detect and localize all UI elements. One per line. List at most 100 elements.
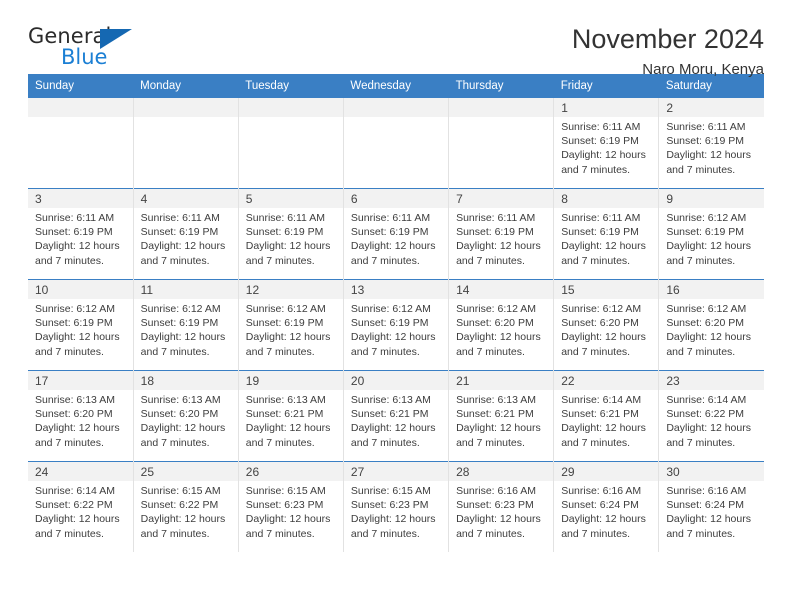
- sunset-time: Sunset: 6:22 PM: [35, 499, 113, 512]
- calendar-day-cell[interactable]: 2 Sunrise: 6:11 AM Sunset: 6:19 PM Daylight…: [658, 98, 764, 189]
- sunrise-time: Sunrise: 6:16 AM: [561, 485, 642, 497]
- day-number-bar: 1: [554, 98, 659, 117]
- day-number-bar: 3: [28, 189, 133, 208]
- calendar-day-cell[interactable]: 21 Sunrise: 6:13 AM Sunset: 6:21 PM Dayligh…: [448, 370, 555, 462]
- calendar-day-cell[interactable]: 10 Sunrise: 6:12 AM Sunset: 6:19 PM Dayligh…: [28, 279, 134, 371]
- calendar-day-cell[interactable]: 22 Sunrise: 6:14 AM Sunset: 6:21 PM Dayligh…: [553, 370, 660, 462]
- general-blue-logo[interactable]: General Blue: [28, 24, 148, 72]
- daylight-duration-line1: Daylight: 12 hours: [140, 331, 226, 344]
- daylight-duration-line2: and 7 minutes.: [456, 436, 525, 449]
- sunset-time: Sunset: 6:20 PM: [35, 408, 113, 421]
- day-number-bar: 20: [343, 371, 449, 390]
- sunset-time: Sunset: 6:21 PM: [561, 408, 639, 421]
- calendar-day-cell[interactable]: 7 Sunrise: 6:11 AM Sunset: 6:19 PM Daylight…: [448, 188, 555, 280]
- day-number: 23: [666, 374, 680, 388]
- day-number: 8: [561, 192, 568, 206]
- page-header: General Blue November 2024 Naro Moru, Ke…: [28, 0, 764, 78]
- daylight-duration-line2: and 7 minutes.: [140, 254, 210, 267]
- daylight-duration-line1: Daylight: 12 hours: [350, 513, 436, 526]
- calendar-day-cell[interactable]: 6 Sunrise: 6:11 AM Sunset: 6:19 PM Daylight…: [343, 188, 450, 280]
- calendar-day-cell[interactable]: 3 Sunrise: 6:11 AM Sunset: 6:19 PM Daylight…: [28, 188, 134, 280]
- daylight-duration-line1: Daylight: 12 hours: [561, 513, 646, 526]
- sunset-time: Sunset: 6:19 PM: [350, 317, 429, 330]
- daylight-duration-line2: and 7 minutes.: [456, 527, 525, 540]
- calendar-day-cell[interactable]: 11 Sunrise: 6:12 AM Sunset: 6:19 PM Dayligh…: [133, 279, 239, 371]
- day-number-bar: 5: [238, 189, 343, 208]
- calendar-day-cell[interactable]: 30 Sunrise: 6:16 AM Sunset: 6:24 PM Dayligh…: [658, 461, 764, 552]
- calendar-day-cell[interactable]: 26 Sunrise: 6:15 AM Sunset: 6:23 PM Dayligh…: [238, 461, 344, 552]
- day-number-bar: 27: [343, 462, 449, 481]
- calendar-day-cell[interactable]: 27 Sunrise: 6:15 AM Sunset: 6:23 PM Dayligh…: [343, 461, 450, 552]
- day-cell-details: Sunrise: 6:12 AM Sunset: 6:19 PM Daylight:…: [659, 208, 764, 268]
- day-number-bar: 4: [133, 189, 238, 208]
- calendar-day-cell[interactable]: 16 Sunrise: 6:12 AM Sunset: 6:20 PM Dayligh…: [658, 279, 764, 371]
- day-cell-content: [238, 98, 343, 188]
- day-cell-content: 20 Sunrise: 6:13 AM Sunset: 6:21 PM Dayligh…: [343, 371, 449, 461]
- sunrise-time: Sunrise: 6:11 AM: [140, 212, 220, 224]
- day-cell-details: Sunrise: 6:15 AM Sunset: 6:23 PM Daylight:…: [344, 481, 448, 541]
- calendar-day-cell[interactable]: [448, 98, 555, 189]
- daylight-duration-line2: and 7 minutes.: [350, 254, 420, 267]
- daylight-duration-line2: and 7 minutes.: [456, 345, 525, 358]
- day-cell-details: Sunrise: 6:12 AM Sunset: 6:19 PM Daylight:…: [344, 299, 448, 359]
- calendar-day-cell[interactable]: 5 Sunrise: 6:11 AM Sunset: 6:19 PM Daylight…: [238, 188, 344, 280]
- calendar-day-cell[interactable]: [28, 98, 134, 189]
- day-cell-content: 25 Sunrise: 6:15 AM Sunset: 6:22 PM Dayligh…: [133, 462, 238, 552]
- sunset-time: Sunset: 6:20 PM: [561, 317, 639, 330]
- daylight-duration-line2: and 7 minutes.: [350, 436, 420, 449]
- day-cell-details: Sunrise: 6:13 AM Sunset: 6:20 PM Daylight:…: [134, 390, 238, 450]
- sunrise-time: Sunrise: 6:14 AM: [35, 485, 115, 497]
- calendar-day-cell[interactable]: 19 Sunrise: 6:13 AM Sunset: 6:21 PM Dayligh…: [238, 370, 344, 462]
- daylight-duration-line1: Daylight: 12 hours: [456, 422, 541, 435]
- sunrise-time: Sunrise: 6:11 AM: [666, 121, 746, 133]
- daylight-duration-line2: and 7 minutes.: [245, 254, 315, 267]
- day-cell-content: 14 Sunrise: 6:12 AM Sunset: 6:20 PM Dayligh…: [449, 280, 554, 370]
- calendar-day-cell[interactable]: 25 Sunrise: 6:15 AM Sunset: 6:22 PM Dayligh…: [133, 461, 239, 552]
- day-cell-details: Sunrise: 6:12 AM Sunset: 6:20 PM Daylight:…: [659, 299, 764, 359]
- daylight-duration-line2: and 7 minutes.: [140, 436, 210, 449]
- calendar-day-cell[interactable]: 13 Sunrise: 6:12 AM Sunset: 6:19 PM Dayligh…: [343, 279, 450, 371]
- calendar-day-cell[interactable]: 24 Sunrise: 6:14 AM Sunset: 6:22 PM Dayligh…: [28, 461, 134, 552]
- day-cell-details: Sunrise: 6:11 AM Sunset: 6:19 PM Daylight:…: [134, 208, 238, 268]
- day-number: 26: [245, 465, 260, 479]
- day-cell-details: Sunrise: 6:11 AM Sunset: 6:19 PM Daylight:…: [554, 117, 658, 177]
- sunset-time: Sunset: 6:19 PM: [666, 226, 744, 239]
- calendar-week-row: 17 Sunrise: 6:13 AM Sunset: 6:20 PM Dayligh…: [28, 370, 764, 462]
- calendar-day-cell[interactable]: 17 Sunrise: 6:13 AM Sunset: 6:20 PM Dayligh…: [28, 370, 134, 462]
- day-number: 13: [350, 283, 365, 297]
- day-cell-details: Sunrise: 6:14 AM Sunset: 6:22 PM Daylight:…: [28, 481, 133, 541]
- daylight-duration-line1: Daylight: 12 hours: [350, 331, 436, 344]
- calendar-day-cell[interactable]: 14 Sunrise: 6:12 AM Sunset: 6:20 PM Dayligh…: [448, 279, 555, 371]
- day-number-bar: [238, 98, 343, 117]
- title-block: November 2024 Naro Moru, Kenya: [572, 24, 764, 79]
- sunrise-time: Sunrise: 6:12 AM: [35, 303, 115, 315]
- day-cell-content: 24 Sunrise: 6:14 AM Sunset: 6:22 PM Dayligh…: [28, 462, 133, 552]
- sunset-time: Sunset: 6:20 PM: [666, 317, 744, 330]
- sunrise-time: Sunrise: 6:13 AM: [456, 394, 537, 406]
- calendar-day-cell[interactable]: 15 Sunrise: 6:12 AM Sunset: 6:20 PM Dayligh…: [553, 279, 660, 371]
- calendar-day-cell[interactable]: 18 Sunrise: 6:13 AM Sunset: 6:20 PM Dayligh…: [133, 370, 239, 462]
- calendar-week-row: 10 Sunrise: 6:12 AM Sunset: 6:19 PM Dayligh…: [28, 279, 764, 371]
- calendar-day-cell[interactable]: 23 Sunrise: 6:14 AM Sunset: 6:22 PM Dayligh…: [658, 370, 764, 462]
- day-cell-details: Sunrise: 6:13 AM Sunset: 6:21 PM Daylight:…: [344, 390, 448, 450]
- calendar-day-cell[interactable]: 28 Sunrise: 6:16 AM Sunset: 6:23 PM Dayligh…: [448, 461, 555, 552]
- calendar-day-cell[interactable]: [238, 98, 344, 189]
- calendar-day-cell[interactable]: 4 Sunrise: 6:11 AM Sunset: 6:19 PM Daylight…: [133, 188, 239, 280]
- calendar-day-cell[interactable]: 9 Sunrise: 6:12 AM Sunset: 6:19 PM Daylight…: [658, 188, 764, 280]
- calendar-day-cell[interactable]: 29 Sunrise: 6:16 AM Sunset: 6:24 PM Dayligh…: [553, 461, 660, 552]
- daylight-duration-line1: Daylight: 12 hours: [561, 149, 646, 162]
- calendar-day-cell[interactable]: 20 Sunrise: 6:13 AM Sunset: 6:21 PM Dayligh…: [343, 370, 450, 462]
- sunset-time: Sunset: 6:19 PM: [245, 317, 324, 330]
- calendar-day-cell[interactable]: 1 Sunrise: 6:11 AM Sunset: 6:19 PM Daylight…: [553, 98, 660, 189]
- calendar-day-cell[interactable]: [343, 98, 450, 189]
- calendar-day-cell[interactable]: 12 Sunrise: 6:12 AM Sunset: 6:19 PM Dayligh…: [238, 279, 344, 371]
- day-number: 5: [245, 192, 253, 206]
- day-cell-content: [343, 98, 449, 188]
- day-cell-content: 5 Sunrise: 6:11 AM Sunset: 6:19 PM Daylight…: [238, 189, 343, 279]
- day-cell-content: 15 Sunrise: 6:12 AM Sunset: 6:20 PM Dayligh…: [554, 280, 659, 370]
- daylight-duration-line1: Daylight: 12 hours: [35, 422, 120, 435]
- calendar-day-cell[interactable]: [133, 98, 239, 189]
- day-number-bar: 14: [449, 280, 554, 299]
- calendar-day-cell[interactable]: 8 Sunrise: 6:11 AM Sunset: 6:19 PM Daylight…: [553, 188, 660, 280]
- day-number: 14: [456, 283, 470, 297]
